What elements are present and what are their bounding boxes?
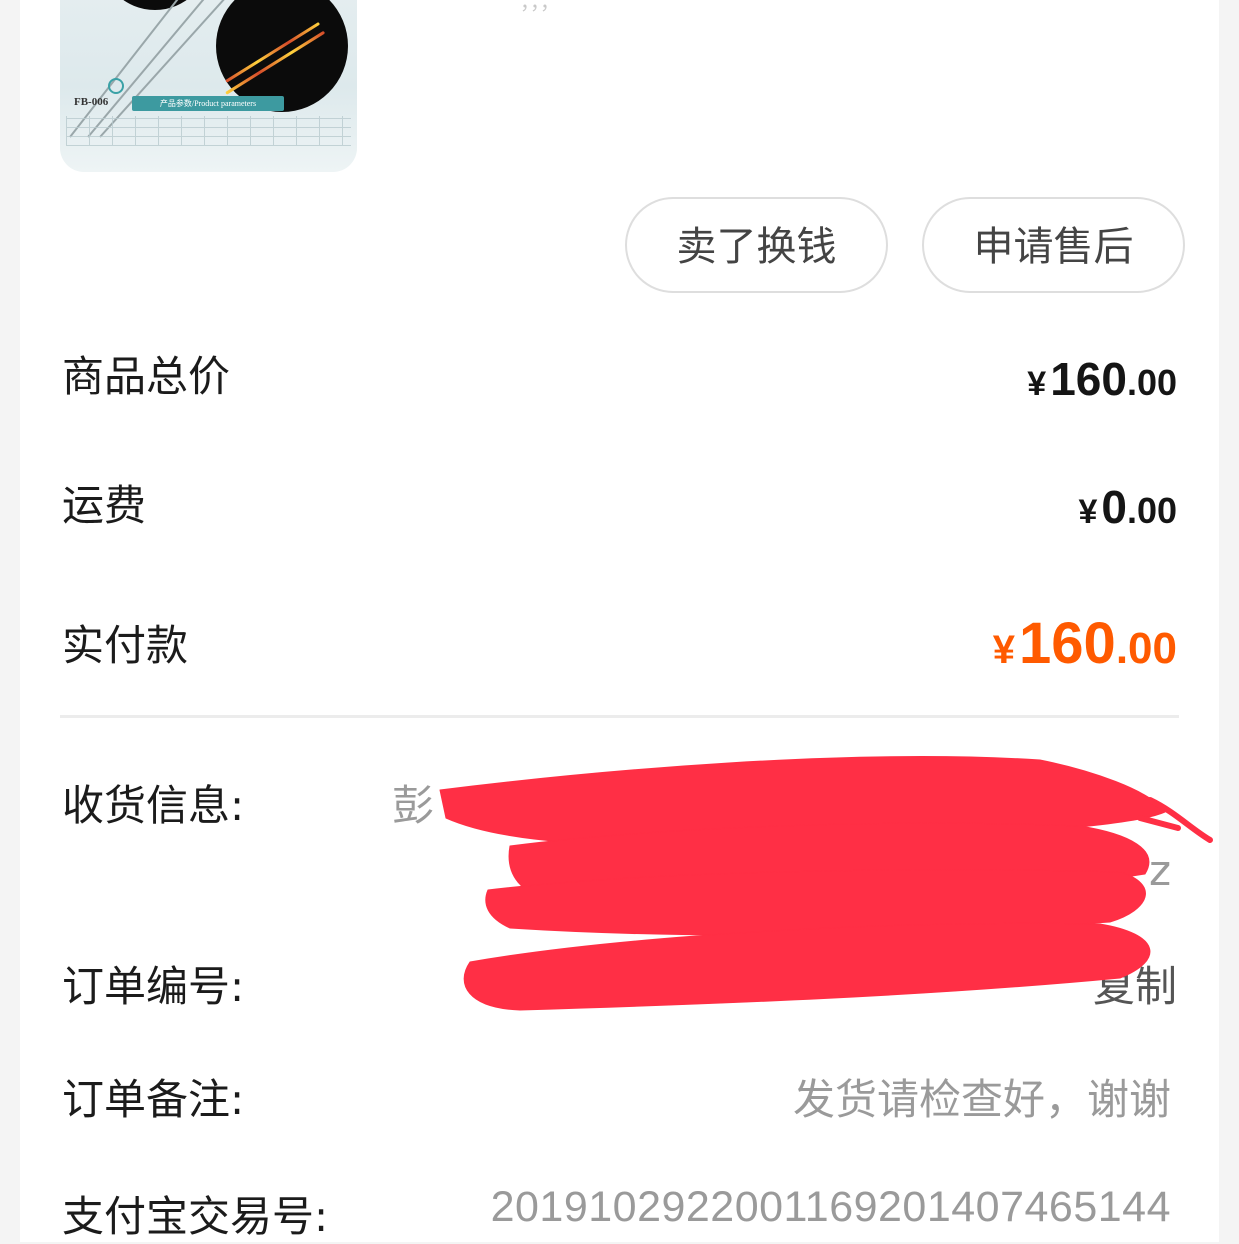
- amount-decimal: .00: [1115, 624, 1177, 673]
- paid-amount: ¥160.00: [993, 610, 1177, 677]
- amount-integer: 160: [1050, 353, 1127, 405]
- goods-total-amount: ¥160.00: [1027, 352, 1177, 406]
- line-knot-icon: [108, 78, 124, 94]
- product-title-fragment: ，，，: [520, 0, 560, 14]
- product-model-code: FB-006: [74, 96, 109, 108]
- shipping-fee-amount: ¥0.00: [1078, 480, 1177, 534]
- amount-integer: 0: [1101, 481, 1127, 533]
- amount-integer: 160: [1019, 611, 1116, 676]
- currency-symbol: ¥: [1027, 365, 1047, 403]
- goods-total-label: 商品总价: [62, 352, 231, 401]
- shipping-info-label: 收货信息:: [62, 781, 245, 830]
- section-divider: [60, 715, 1179, 718]
- copy-order-number-button[interactable]: 复制: [1093, 953, 1177, 1014]
- order-note-label: 订单备注:: [62, 1075, 245, 1124]
- amount-decimal: .00: [1126, 490, 1177, 531]
- product-thumbnail[interactable]: FB-006 产品参数/Product parameters: [60, 0, 357, 172]
- apply-aftersale-button[interactable]: 申请售后: [922, 197, 1185, 293]
- currency-symbol: ¥: [1078, 493, 1098, 531]
- product-param-tag: 产品参数/Product parameters: [132, 96, 284, 111]
- amount-decimal: .00: [1126, 362, 1177, 403]
- sell-for-cash-button[interactable]: 卖了换钱: [625, 197, 888, 293]
- shipping-info-value-end: z: [1148, 846, 1171, 895]
- paid-amount-label: 实付款: [62, 621, 189, 670]
- shipping-info-value-start: 彭: [392, 781, 435, 830]
- alipay-trade-number-value: 2019102922001169201407465144: [490, 1183, 1171, 1231]
- order-number-label: 订单编号:: [62, 962, 245, 1011]
- currency-symbol: ¥: [992, 628, 1016, 672]
- order-note-value: 发货请检查好，谢谢: [792, 1075, 1171, 1124]
- alipay-trade-number-label: 支付宝交易号:: [62, 1192, 329, 1241]
- product-param-table: [66, 116, 351, 146]
- shipping-fee-label: 运费: [62, 481, 147, 530]
